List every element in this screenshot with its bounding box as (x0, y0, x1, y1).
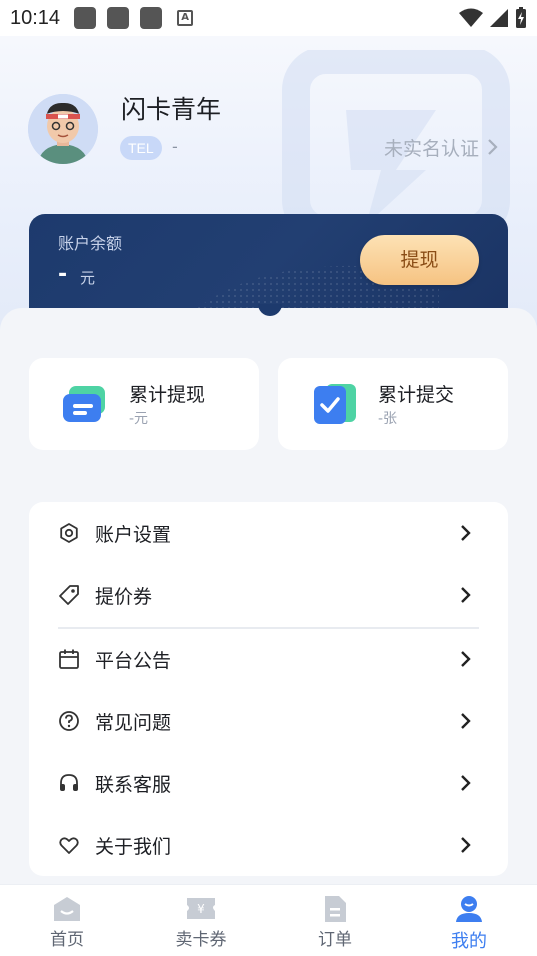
checklist-icon (314, 384, 356, 424)
tab-orders[interactable]: 订单 (268, 885, 402, 956)
chevron-right-icon (461, 837, 471, 853)
chevron-right-icon (461, 713, 471, 729)
tab-home[interactable]: 首页 (0, 885, 134, 956)
menu-item-faq[interactable]: 常见问题 (29, 690, 508, 752)
menu-label: 平台公告 (95, 650, 172, 672)
chevron-right-icon (488, 139, 498, 155)
chevron-right-icon (461, 775, 471, 791)
heart-icon (59, 837, 79, 854)
menu-label: 常见问题 (95, 712, 172, 734)
bottom-nav: 首页 ¥ 卖卡券 订单 我的 (0, 884, 537, 956)
stat-card-submitted[interactable]: 累计提交 -张 (278, 358, 508, 450)
user-icon (456, 896, 482, 922)
stat-card-withdrawn[interactable]: 累计提现 -元 (29, 358, 259, 450)
menu-item-announcements[interactable]: 平台公告 (29, 628, 508, 690)
notification-icon (107, 7, 130, 29)
calendar-icon (59, 649, 79, 669)
wallet-icon (63, 386, 105, 422)
gear-icon (60, 523, 78, 543)
menu-label: 联系客服 (95, 774, 172, 796)
signal-icon (490, 9, 508, 27)
menu-label: 账户设置 (95, 524, 172, 546)
avatar[interactable] (28, 94, 98, 164)
stat-title: 累计提交 (378, 384, 455, 406)
question-icon (59, 711, 79, 731)
document-icon (325, 896, 346, 922)
menu-item-about-us[interactable]: 关于我们 (29, 814, 508, 876)
notification-icon (74, 7, 97, 29)
balance-unit: 元 (80, 269, 96, 287)
status-bar: 10:14 A (0, 0, 537, 36)
notification-icon (140, 7, 163, 29)
menu-label: 关于我们 (95, 836, 172, 858)
ticket-icon: ¥ (187, 898, 215, 919)
tel-value: - (172, 137, 178, 156)
stat-value: -元 (129, 411, 149, 427)
menu-item-contact-support[interactable]: 联系客服 (29, 752, 508, 814)
menu-item-price-coupon[interactable]: 提价券 (29, 564, 508, 626)
menu-label: 提价券 (95, 586, 153, 608)
nav-label: 卖卡券 (175, 930, 227, 950)
realname-status: 未实名认证 (383, 138, 479, 160)
nickname: 闪卡青年 (121, 95, 222, 124)
wifi-icon (459, 8, 483, 27)
stat-title: 累计提现 (129, 384, 206, 406)
stat-value: -张 (378, 411, 398, 427)
chevron-right-icon (461, 587, 471, 603)
nav-label: 首页 (50, 930, 84, 950)
menu-item-account-settings[interactable]: 账户设置 (29, 502, 508, 564)
tag-icon (59, 585, 79, 605)
nav-label: 我的 (451, 931, 487, 952)
status-time: 10:14 (10, 6, 61, 29)
balance-amount: - (58, 262, 68, 287)
battery-icon (516, 7, 526, 28)
avatar-illustration-icon (28, 94, 98, 164)
tel-badge: TEL (120, 136, 162, 160)
keyboard-icon: A (177, 10, 194, 26)
home-icon (54, 897, 80, 921)
chevron-right-icon (461, 651, 471, 667)
status-indicators (459, 7, 527, 29)
balance-label: 账户余额 (58, 234, 123, 253)
withdraw-button[interactable]: 提现 (360, 235, 479, 285)
tab-sell-cards[interactable]: ¥ 卖卡券 (134, 885, 268, 956)
tab-mine[interactable]: 我的 (402, 885, 536, 956)
nav-label: 订单 (318, 930, 352, 950)
svg-text:¥: ¥ (197, 902, 205, 916)
settings-menu: 账户设置 提价券 平台公告 常见问题 联系客服 关于我们 (29, 502, 508, 876)
headset-icon (60, 774, 78, 791)
chevron-right-icon (461, 525, 471, 541)
